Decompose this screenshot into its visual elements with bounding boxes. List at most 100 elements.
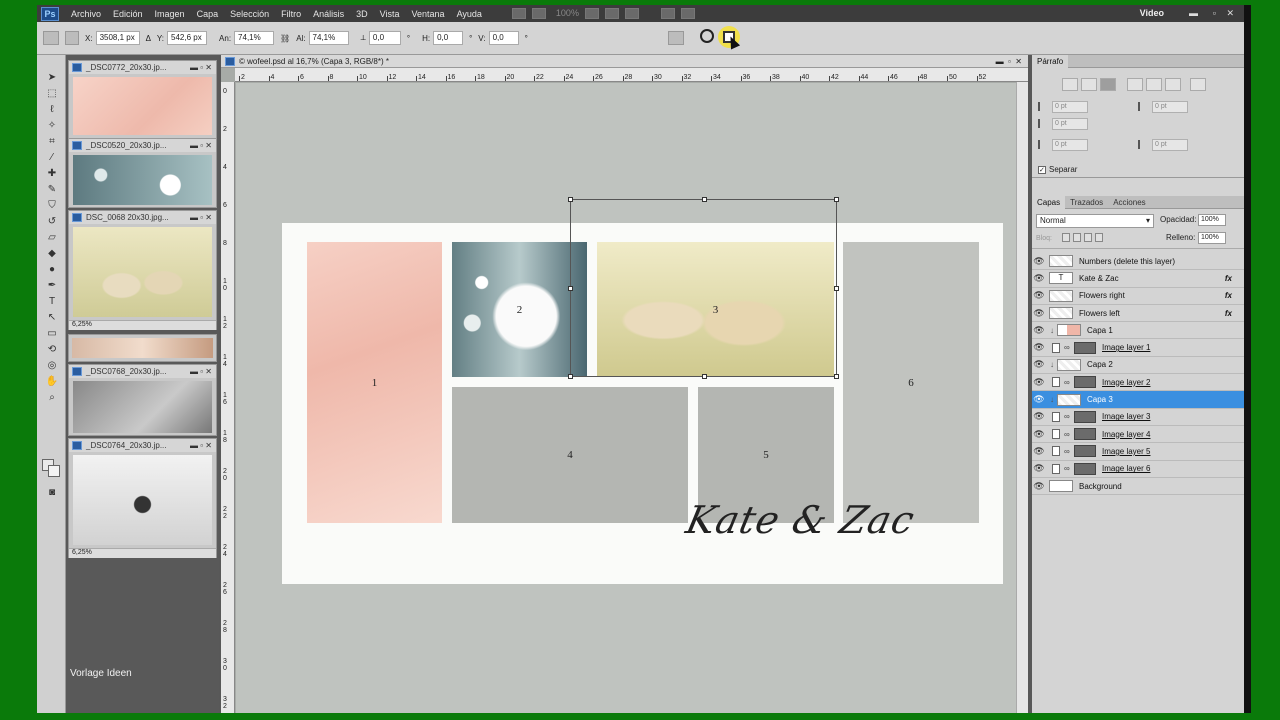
visibility-eye-icon[interactable]: 👁: [1032, 325, 1046, 336]
document-window[interactable]: _DSC0768_20x30.jp... ▬ ▫ ✕: [68, 364, 217, 436]
layer-thumbnail[interactable]: [1057, 393, 1081, 406]
chain-link-icon[interactable]: ∞: [1064, 447, 1072, 456]
visibility-eye-icon[interactable]: 👁: [1032, 429, 1046, 440]
vertical-scrollbar[interactable]: [1016, 82, 1028, 713]
chain-link-icon[interactable]: ∞: [1064, 378, 1072, 387]
script-title-text[interactable]: Kate & Zac: [682, 498, 918, 542]
justify-all-icon[interactable]: [1190, 78, 1206, 91]
layer-row[interactable]: 👁 ∞ Image layer 4: [1032, 426, 1244, 444]
layer-thumbnail[interactable]: [1052, 463, 1060, 474]
text-layer-icon[interactable]: T: [1049, 272, 1073, 285]
layer-row[interactable]: 👁 Flowers right fx: [1032, 288, 1244, 305]
opacity-field[interactable]: 100%: [1198, 214, 1226, 226]
menu-filtro[interactable]: Filtro: [281, 9, 301, 19]
visibility-eye-icon[interactable]: 👁: [1032, 394, 1046, 405]
free-transform-box[interactable]: [568, 197, 839, 379]
transform-handle[interactable]: [834, 286, 839, 291]
dodge-tool-icon[interactable]: ●: [45, 263, 59, 276]
layer-thumbnail[interactable]: [1049, 289, 1073, 302]
visibility-eye-icon[interactable]: 👁: [1032, 308, 1046, 319]
minimize-icon[interactable]: ▬: [1189, 8, 1198, 18]
indent-right-field[interactable]: 0 pt: [1152, 101, 1188, 113]
close-icon[interactable]: ✕: [1226, 8, 1234, 19]
window-controls[interactable]: ▬ ▫ ✕: [190, 141, 212, 150]
layer-thumbnail[interactable]: [1052, 429, 1060, 440]
lock-pixels-icon[interactable]: [1073, 233, 1081, 242]
visibility-eye-icon[interactable]: 👁: [1032, 411, 1046, 422]
window-controls[interactable]: ▬ ▫ ✕: [996, 57, 1022, 66]
chain-link-icon[interactable]: ∞: [1064, 343, 1072, 352]
align-center-icon[interactable]: [1081, 78, 1097, 91]
fill-field[interactable]: 100%: [1198, 232, 1226, 244]
hand-tool-icon[interactable]: [584, 8, 599, 19]
layer-thumbnail[interactable]: [1052, 377, 1060, 388]
window-controls[interactable]: ▬ ▫ ✕: [190, 441, 212, 450]
zoom-indicator[interactable]: 6,25%: [69, 320, 216, 330]
bridge-icon[interactable]: [511, 8, 526, 19]
visibility-eye-icon[interactable]: 👁: [1032, 273, 1046, 284]
window-controls[interactable]: ▬ ▫ ✕: [190, 213, 212, 222]
healing-brush-icon[interactable]: ✚: [45, 167, 59, 180]
menu-vista[interactable]: Vista: [380, 9, 400, 19]
visibility-eye-icon[interactable]: 👁: [1032, 463, 1046, 474]
warp-mode-icon[interactable]: [667, 31, 684, 45]
layer-row[interactable]: 👁 ↓ Capa 3: [1032, 391, 1244, 409]
transform-handle[interactable]: [702, 197, 707, 202]
layer-effects-icon[interactable]: fx: [1225, 291, 1232, 300]
layer-effects-icon[interactable]: fx: [1225, 274, 1232, 283]
blend-mode-select[interactable]: Normal ▾: [1036, 214, 1154, 228]
transform-handle[interactable]: [834, 197, 839, 202]
layer-row[interactable]: 👁 ∞ Image layer 5: [1032, 443, 1244, 461]
image-slot-1[interactable]: 1: [307, 242, 442, 523]
layer-thumbnail[interactable]: [1052, 342, 1060, 353]
layer-mask-thumbnail[interactable]: [1074, 410, 1096, 423]
layer-row[interactable]: 👁 ∞ Image layer 1: [1032, 339, 1244, 357]
layer-thumbnail[interactable]: [1049, 255, 1073, 268]
justify-center-icon[interactable]: [1146, 78, 1162, 91]
transform-handle[interactable]: [568, 197, 573, 202]
layer-row[interactable]: 👁 ↓ Capa 1: [1032, 322, 1244, 340]
tab-capas[interactable]: Capas: [1032, 195, 1066, 209]
vskew-field[interactable]: 0,0: [488, 31, 519, 45]
menu-edicion[interactable]: Edición: [113, 9, 143, 19]
workspace-switcher[interactable]: Video: [1140, 8, 1164, 18]
menu-3d[interactable]: 3D: [356, 9, 368, 19]
menu-ventana[interactable]: Ventana: [412, 9, 445, 19]
transform-handle[interactable]: [834, 374, 839, 379]
image-slot-4[interactable]: 4: [452, 387, 688, 523]
document-window[interactable]: _DSC0520_20x30.jp... ▬ ▫ ✕: [68, 138, 217, 208]
pen-tool-icon[interactable]: ✒: [45, 279, 59, 292]
type-tool-icon[interactable]: T: [45, 295, 59, 308]
y-field[interactable]: 542,6 px: [167, 31, 208, 45]
layer-row[interactable]: 👁 ↓ Capa 2: [1032, 357, 1244, 375]
history-brush-icon[interactable]: ↺: [45, 215, 59, 228]
transform-handle[interactable]: [568, 374, 573, 379]
x-field[interactable]: 3508,1 px: [95, 31, 140, 45]
reference-point-icon[interactable]: [65, 31, 79, 45]
pasteboard[interactable]: 1 2 3 4 5 6 Kate & Zac: [236, 83, 1016, 713]
move-tool-icon[interactable]: ➤: [45, 71, 59, 84]
menu-ayuda[interactable]: Ayuda: [457, 9, 482, 19]
image-slot-6[interactable]: 6: [843, 242, 979, 523]
height-field[interactable]: 74,1%: [308, 31, 349, 45]
canvas-title-bar[interactable]: © wofeel.psd al 16,7% (Capa 3, RGB/8*) *…: [221, 55, 1028, 68]
zoom-level[interactable]: 100%: [556, 8, 579, 19]
3d-orbit-icon[interactable]: ◎: [45, 359, 59, 372]
hyphenate-option[interactable]: ✓ Separar: [1038, 165, 1077, 174]
layer-mask-thumbnail[interactable]: [1074, 428, 1096, 441]
quick-mask-icon[interactable]: ◙: [45, 486, 59, 499]
layer-thumbnail[interactable]: [1057, 358, 1081, 371]
transform-handle[interactable]: [568, 286, 573, 291]
link-icon[interactable]: ⛓: [280, 34, 290, 43]
tool-preset-icon[interactable]: [43, 31, 59, 45]
tab-acciones[interactable]: Acciones: [1108, 196, 1150, 209]
crop-tool-icon[interactable]: ⌗: [45, 135, 59, 148]
document-window[interactable]: _DSC0764_20x30.jp... ▬ ▫ ✕ 6,25%: [68, 438, 217, 558]
tab-parrafo[interactable]: Párrafo: [1032, 54, 1069, 68]
eraser-tool-icon[interactable]: ▱: [45, 231, 59, 244]
layer-thumbnail[interactable]: [1057, 324, 1081, 337]
document-canvas[interactable]: 1 2 3 4 5 6 Kate & Zac: [282, 197, 1003, 584]
3d-rotate-icon[interactable]: ⟲: [45, 343, 59, 356]
chain-link-icon[interactable]: ∞: [1064, 430, 1072, 439]
marquee-tool-icon[interactable]: ⬚: [45, 87, 59, 100]
